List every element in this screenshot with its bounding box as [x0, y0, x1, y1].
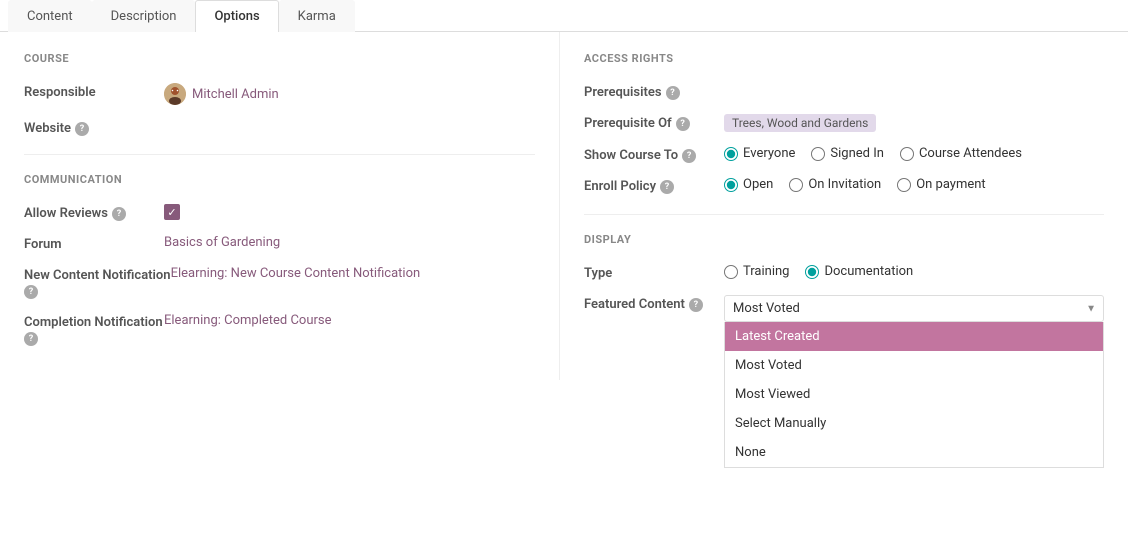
new-content-notification-link[interactable]: Elearning: New Course Content Notificati…	[171, 266, 421, 281]
divider-communication	[24, 154, 535, 155]
website-label: Website ?	[24, 119, 164, 136]
access-rights-title: ACCESS RIGHTS	[584, 52, 1104, 69]
responsible-value: Mitchell Admin	[164, 83, 535, 105]
type-training[interactable]: Training	[724, 264, 789, 279]
new-content-notification-row: New Content Notification ? Elearning: Ne…	[24, 266, 535, 299]
dropdown-item-latest-created[interactable]: Latest Created	[725, 322, 1103, 351]
tab-description[interactable]: Description	[92, 0, 196, 32]
featured-content-dropdown[interactable]: Most Voted ▼ Latest Created Most Voted M…	[724, 295, 1104, 322]
main-content: COURSE Responsible Mitc	[0, 32, 1128, 380]
forum-label: Forum	[24, 235, 164, 252]
responsible-row: Responsible Mitchell Admin	[24, 83, 535, 105]
forum-link[interactable]: Basics of Gardening	[164, 235, 280, 250]
allow-reviews-row: Allow Reviews ? ✓	[24, 204, 535, 221]
right-panel: ACCESS RIGHTS Prerequisites ? Prerequisi…	[560, 32, 1128, 380]
display-section-title: DISPLAY	[584, 233, 1104, 250]
dropdown-item-most-viewed[interactable]: Most Viewed	[725, 380, 1103, 409]
enroll-policy-open[interactable]: Open	[724, 177, 773, 192]
enroll-policy-on-invitation[interactable]: On Invitation	[789, 177, 881, 192]
show-course-to-options: Everyone Signed In Course Attendees	[724, 146, 1104, 161]
forum-row: Forum Basics of Gardening	[24, 235, 535, 252]
type-row: Type Training Documentation	[584, 264, 1104, 281]
allow-reviews-checkbox[interactable]: ✓	[164, 204, 180, 220]
allow-reviews-label: Allow Reviews ?	[24, 204, 164, 221]
type-label: Type	[584, 264, 724, 281]
new-content-notification-help-icon[interactable]: ?	[24, 285, 38, 299]
avatar	[164, 83, 186, 105]
dropdown-arrow-icon: ▼	[1086, 303, 1096, 314]
left-panel: COURSE Responsible Mitc	[0, 32, 560, 380]
show-course-to-help-icon[interactable]: ?	[682, 149, 696, 163]
divider-display	[584, 214, 1104, 215]
completion-notification-row: Completion Notification ? Elearning: Com…	[24, 313, 535, 346]
prerequisite-of-row: Prerequisite Of ? Trees, Wood and Garden…	[584, 114, 1104, 132]
completion-notification-value: Elearning: Completed Course	[164, 313, 535, 328]
display-section: DISPLAY Type Training Documentation	[584, 233, 1104, 322]
show-course-to-everyone[interactable]: Everyone	[724, 146, 795, 161]
prerequisites-label: Prerequisites ?	[584, 83, 724, 100]
featured-content-dropdown-container: Most Voted ▼ Latest Created Most Voted M…	[724, 295, 1104, 322]
enroll-policy-help-icon[interactable]: ?	[660, 180, 674, 194]
show-course-to-course-attendees[interactable]: Course Attendees	[900, 146, 1022, 161]
website-row: Website ?	[24, 119, 535, 136]
type-documentation[interactable]: Documentation	[805, 264, 913, 279]
prerequisite-of-value: Trees, Wood and Gardens	[724, 114, 1104, 132]
enroll-policy-row: Enroll Policy ? Open On Invitation On pa…	[584, 177, 1104, 194]
completion-notification-label: Completion Notification ?	[24, 313, 164, 346]
enroll-policy-options: Open On Invitation On payment	[724, 177, 1104, 192]
prerequisite-of-tag[interactable]: Trees, Wood and Gardens	[724, 114, 876, 132]
show-course-to-row: Show Course To ? Everyone Signed In Cour…	[584, 146, 1104, 163]
prerequisite-of-help-icon[interactable]: ?	[676, 117, 690, 131]
prerequisites-row: Prerequisites ?	[584, 83, 1104, 100]
access-rights-section: ACCESS RIGHTS Prerequisites ? Prerequisi…	[584, 52, 1104, 194]
new-content-notification-value: Elearning: New Course Content Notificati…	[171, 266, 535, 281]
prerequisites-help-icon[interactable]: ?	[666, 86, 680, 100]
featured-content-label: Featured Content ?	[584, 295, 724, 312]
completion-notification-link[interactable]: Elearning: Completed Course	[164, 313, 332, 328]
type-options: Training Documentation	[724, 264, 1104, 279]
website-help-icon[interactable]: ?	[75, 122, 89, 136]
completion-notification-help-icon[interactable]: ?	[24, 332, 38, 346]
featured-content-menu: Latest Created Most Voted Most Viewed Se…	[724, 322, 1104, 468]
allow-reviews-value: ✓	[164, 204, 535, 220]
tab-options[interactable]: Options	[195, 0, 278, 32]
tab-karma[interactable]: Karma	[279, 0, 355, 32]
course-section-title: COURSE	[24, 52, 535, 69]
featured-content-row: Featured Content ? Most Voted ▼ Latest C…	[584, 295, 1104, 322]
responsible-label: Responsible	[24, 83, 164, 100]
tab-content[interactable]: Content	[8, 0, 92, 32]
allow-reviews-help-icon[interactable]: ?	[112, 207, 126, 221]
dropdown-item-most-voted[interactable]: Most Voted	[725, 351, 1103, 380]
dropdown-item-none[interactable]: None	[725, 438, 1103, 467]
featured-content-selected[interactable]: Most Voted ▼	[724, 295, 1104, 322]
tabs-bar: Content Description Options Karma	[0, 0, 1128, 32]
enroll-policy-on-payment[interactable]: On payment	[897, 177, 986, 192]
show-course-to-label: Show Course To ?	[584, 146, 724, 163]
enroll-policy-label: Enroll Policy ?	[584, 177, 724, 194]
prerequisite-of-label: Prerequisite Of ?	[584, 114, 724, 131]
responsible-name[interactable]: Mitchell Admin	[192, 87, 279, 102]
featured-content-help-icon[interactable]: ?	[689, 298, 703, 312]
dropdown-item-select-manually[interactable]: Select Manually	[725, 409, 1103, 438]
forum-value: Basics of Gardening	[164, 235, 535, 250]
show-course-to-signed-in[interactable]: Signed In	[811, 146, 884, 161]
communication-section-title: COMMUNICATION	[24, 173, 535, 190]
new-content-notification-label: New Content Notification ?	[24, 266, 171, 299]
